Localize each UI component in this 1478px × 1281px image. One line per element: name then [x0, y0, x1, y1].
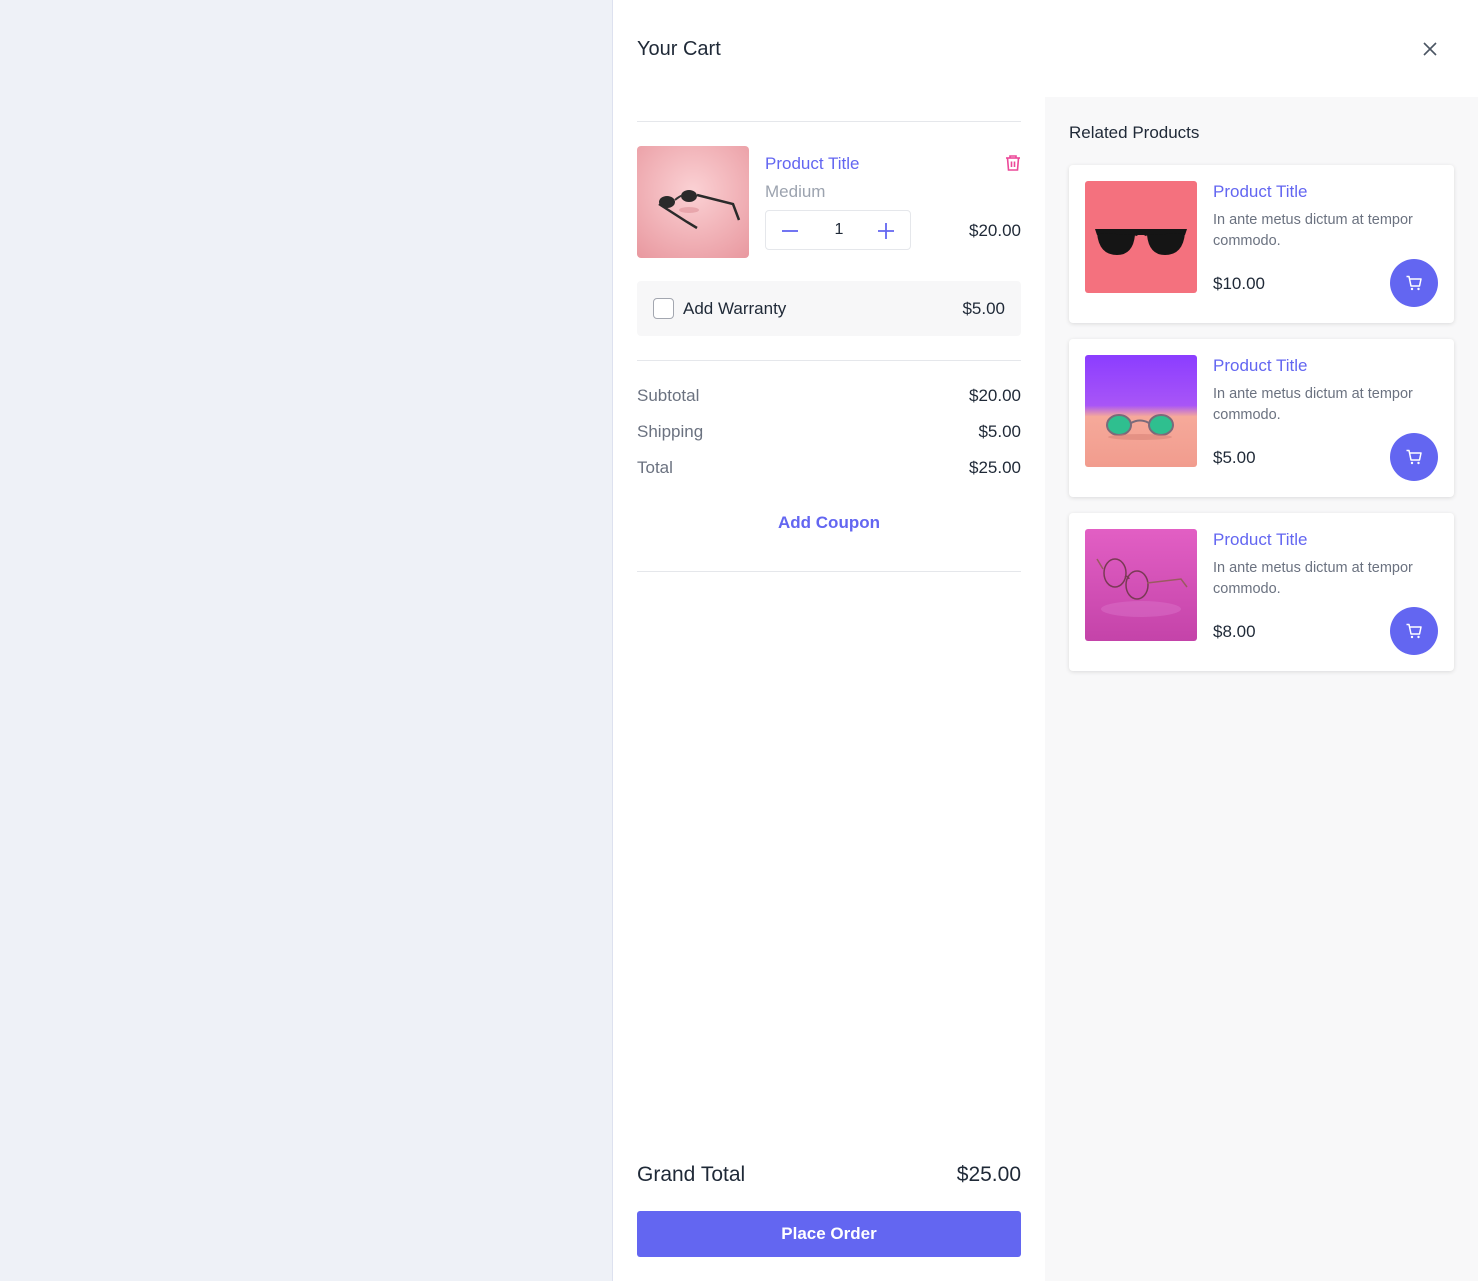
related-product-card: Product Title In ante metus dictum at te…: [1069, 165, 1454, 323]
related-product-image: [1085, 355, 1197, 467]
total-value: $25.00: [969, 458, 1021, 477]
cart-item-image: [637, 146, 749, 258]
glasses-photo-icon: [1085, 529, 1197, 641]
warranty-price: $5.00: [962, 299, 1005, 318]
related-product-description: In ante metus dictum at tempor commodo.: [1213, 560, 1413, 597]
sunglasses-photo-icon: [637, 146, 749, 258]
plus-icon: [878, 223, 894, 239]
related-product-card: Product Title In ante metus dictum at te…: [1069, 513, 1454, 671]
warranty-option[interactable]: Add Warranty $5.00: [637, 281, 1021, 336]
add-to-cart-button[interactable]: [1390, 259, 1438, 307]
page-overlay[interactable]: [0, 0, 612, 1281]
related-product-card: Product Title In ante metus dictum at te…: [1069, 339, 1454, 497]
sunglasses-photo-icon: [1085, 355, 1197, 467]
grand-total-label: Grand Total: [637, 1163, 746, 1186]
related-product-price: $5.00: [1213, 448, 1256, 467]
increase-quantity-button[interactable]: [874, 219, 898, 243]
related-product-title[interactable]: Product Title: [1213, 530, 1308, 550]
warranty-label: Add Warranty: [683, 299, 787, 318]
cart-item-title[interactable]: Product Title: [765, 154, 860, 174]
sunglasses-photo-icon: [1085, 181, 1197, 293]
related-products-title: Related Products: [1069, 123, 1200, 142]
related-product-image: [1085, 529, 1197, 641]
divider: [637, 360, 1021, 361]
grand-total-row: Grand Total $25.00: [637, 1163, 1021, 1189]
related-product-price: $10.00: [1213, 274, 1265, 293]
shopping-cart-icon: [1406, 623, 1422, 639]
cart-item-price: $20.00: [969, 221, 1021, 240]
trash-icon: [1006, 155, 1020, 171]
subtotal-row: Subtotal $20.00: [637, 386, 1021, 410]
cart-header: Your Cart: [613, 0, 1478, 97]
cart-items-column: Product Title Medium 1 $20.00 Add Warran…: [637, 97, 1021, 1281]
total-row: Total $25.00: [637, 458, 1021, 482]
close-icon: [1423, 42, 1437, 56]
shopping-cart-icon: [1406, 275, 1422, 291]
related-product-price: $8.00: [1213, 622, 1256, 641]
related-product-title[interactable]: Product Title: [1213, 182, 1308, 202]
divider: [637, 121, 1021, 122]
shipping-label: Shipping: [637, 422, 704, 441]
subtotal-label: Subtotal: [637, 386, 700, 405]
related-product-title[interactable]: Product Title: [1213, 356, 1308, 376]
warranty-checkbox[interactable]: [653, 298, 674, 319]
related-product-image: [1085, 181, 1197, 293]
divider: [637, 571, 1021, 572]
related-products-section: Related Products Product Title In ante m…: [1045, 97, 1478, 1281]
add-to-cart-button[interactable]: [1390, 607, 1438, 655]
place-order-button[interactable]: Place Order: [637, 1211, 1021, 1257]
quantity-stepper: 1: [765, 210, 911, 250]
decrease-quantity-button[interactable]: [778, 221, 802, 241]
shipping-value: $5.00: [978, 422, 1021, 441]
remove-item-button[interactable]: [1003, 153, 1023, 173]
grand-total-value: $25.00: [956, 1163, 1021, 1186]
shipping-row: Shipping $5.00: [637, 422, 1021, 446]
related-product-description: In ante metus dictum at tempor commodo.: [1213, 212, 1413, 249]
close-button[interactable]: [1418, 37, 1442, 61]
cart-title: Your Cart: [637, 38, 721, 60]
subtotal-value: $20.00: [969, 386, 1021, 405]
total-label: Total: [637, 458, 673, 477]
minus-icon: [782, 230, 798, 232]
shopping-cart-icon: [1406, 449, 1422, 465]
cart-item-variant: Medium: [765, 182, 826, 201]
related-product-description: In ante metus dictum at tempor commodo.: [1213, 386, 1413, 423]
cart-panel: Your Cart Product Title Medium 1 $20.00 …: [612, 0, 1478, 1281]
quantity-value[interactable]: 1: [816, 221, 862, 239]
add-to-cart-button[interactable]: [1390, 433, 1438, 481]
add-coupon-link[interactable]: Add Coupon: [637, 513, 1021, 533]
